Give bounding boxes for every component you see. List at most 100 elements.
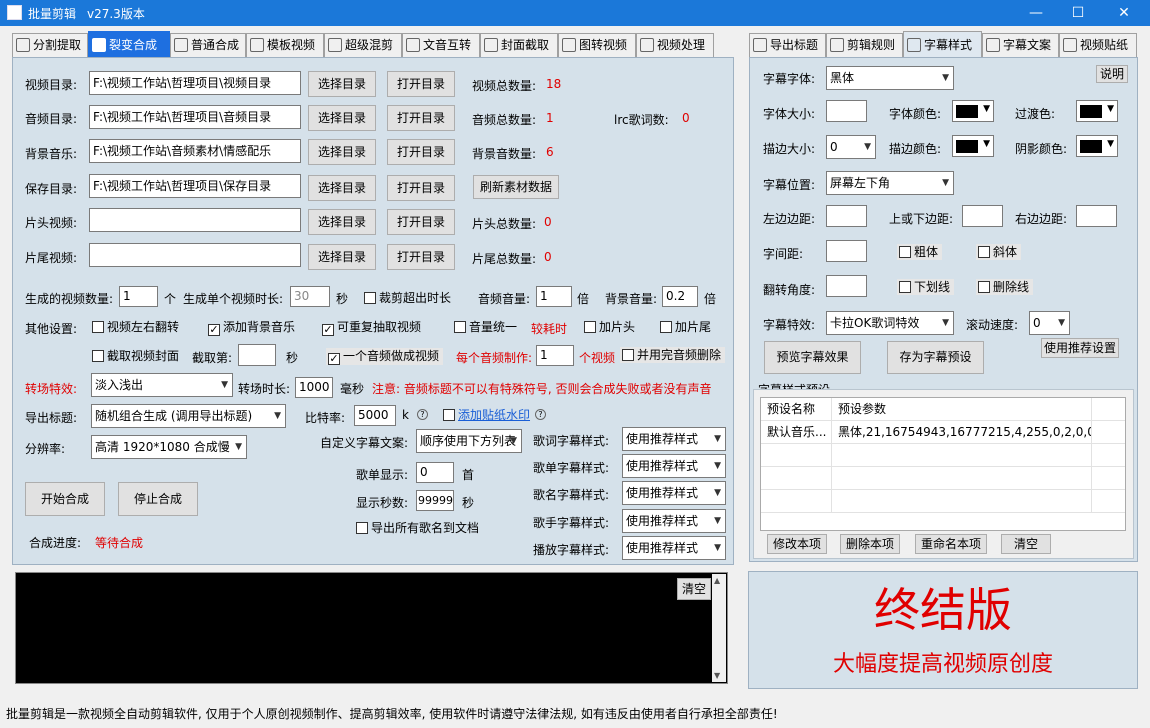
scroll-down-icon[interactable]: ▼ <box>714 671 720 680</box>
right-margin-input[interactable] <box>1076 205 1117 227</box>
video-dir-select-button[interactable]: 选择目录 <box>308 71 376 97</box>
delete-used-audio-checkbox[interactable]: 并用完音频删除 <box>620 347 726 363</box>
audio-dir-input[interactable]: F:\视频工作站\哲理项目\音频目录 <box>89 105 301 129</box>
strikethrough-checkbox[interactable]: 删除线 <box>976 279 1034 295</box>
tab-edit-rules[interactable]: 剪辑规则 <box>826 33 903 57</box>
save-dir-select-button[interactable]: 选择目录 <box>308 175 376 201</box>
playlist-style-select[interactable]: 使用推荐样式 ▼ <box>622 454 726 478</box>
scroll-up-icon[interactable]: ▲ <box>714 576 720 585</box>
use-recommended-button[interactable]: 使用推荐设置 <box>1041 338 1119 358</box>
capture-cover-checkbox[interactable]: 截取视频封面 <box>92 348 179 364</box>
tab-template-video[interactable]: 模板视频 <box>246 33 324 57</box>
single-duration-input[interactable]: 30 <box>290 286 330 307</box>
trim-overflow-checkbox[interactable]: 裁剪超出时长 <box>364 290 451 306</box>
edit-preset-button[interactable]: 修改本项 <box>767 534 827 554</box>
bitrate-input[interactable]: 5000 <box>354 405 396 426</box>
export-title-select[interactable]: 随机组合生成 (调用导出标题) ▼ <box>91 404 286 428</box>
audio-dir-select-button[interactable]: 选择目录 <box>308 105 376 131</box>
add-intro-checkbox[interactable]: 加片头 <box>584 319 635 335</box>
letter-spacing-input[interactable] <box>826 240 867 262</box>
capture-at-input[interactable] <box>238 344 276 366</box>
tab-split-extract[interactable]: 分割提取 <box>12 33 88 57</box>
transition-color-picker[interactable]: ▼ <box>1076 100 1118 122</box>
preset-table[interactable]: 预设名称 预设参数 默认音乐... 黑体,21,16754943,1677721… <box>760 397 1126 531</box>
add-outro-checkbox[interactable]: 加片尾 <box>660 319 711 335</box>
subtitle-effect-select[interactable]: 卡拉OK歌词特效 ▼ <box>826 311 954 335</box>
video-count-input[interactable]: 1 <box>119 286 158 307</box>
intro-dir-open-button[interactable]: 打开目录 <box>387 209 455 235</box>
subtitle-position-select[interactable]: 屏幕左下角 ▼ <box>826 171 954 195</box>
tab-super-mix[interactable]: 超级混剪 <box>324 33 402 57</box>
stop-compose-button[interactable]: 停止合成 <box>118 482 198 516</box>
tab-video-process[interactable]: 视频处理 <box>636 33 714 57</box>
bgm-dir-select-button[interactable]: 选择目录 <box>308 139 376 165</box>
bg-volume-input[interactable]: 0.2 <box>662 286 698 307</box>
help-icon[interactable]: ? <box>417 409 428 420</box>
audio-dir-open-button[interactable]: 打开目录 <box>387 105 455 131</box>
add-watermark-checkbox[interactable]: 添加贴纸水印 <box>443 407 530 423</box>
outro-dir-input[interactable] <box>89 243 301 267</box>
tab-text-audio[interactable]: 文音互转 <box>402 33 480 57</box>
add-bg-music-checkbox[interactable]: ✓ 添加背景音乐 <box>208 319 295 336</box>
preset-col-name[interactable]: 预设名称 <box>761 398 832 421</box>
console-scrollbar[interactable]: ▲ ▼ <box>712 574 726 682</box>
export-song-names-checkbox[interactable]: 导出所有歌名到文档 <box>356 520 479 536</box>
font-size-input[interactable] <box>826 100 867 122</box>
clear-presets-button[interactable]: 清空 <box>1001 534 1051 554</box>
close-button[interactable]: ✕ <box>1101 0 1147 26</box>
outro-dir-select-button[interactable]: 选择目录 <box>308 244 376 270</box>
outro-dir-open-button[interactable]: 打开目录 <box>387 244 455 270</box>
console-clear-button[interactable]: 清空 <box>677 578 711 600</box>
tab-export-title[interactable]: 导出标题 <box>749 33 826 57</box>
resolution-select[interactable]: 高清 1920*1080 合成慢 ▼ <box>91 435 247 459</box>
table-row[interactable]: 默认音乐... 黑体,21,16754943,16777215,4,255,0,… <box>761 421 1125 444</box>
per-audio-input[interactable]: 1 <box>536 345 574 366</box>
playlist-show-input[interactable]: 0 <box>416 462 454 483</box>
intro-dir-select-button[interactable]: 选择目录 <box>308 209 376 235</box>
shadow-color-picker[interactable]: ▼ <box>1076 135 1118 157</box>
tab-video-sticker[interactable]: 视频贴纸 <box>1059 33 1137 57</box>
bold-checkbox[interactable]: 粗体 <box>897 244 943 260</box>
save-preset-button[interactable]: 存为字幕预设 <box>887 341 984 374</box>
start-compose-button[interactable]: 开始合成 <box>25 482 105 516</box>
save-dir-input[interactable]: F:\视频工作站\哲理项目\保存目录 <box>89 174 301 198</box>
preview-subtitle-button[interactable]: 预览字幕效果 <box>764 341 861 374</box>
play-style-select[interactable]: 使用推荐样式 ▼ <box>622 536 726 560</box>
lyric-style-select[interactable]: 使用推荐样式 ▼ <box>622 427 726 451</box>
help-button[interactable]: 说明 <box>1096 65 1128 83</box>
video-dir-input[interactable]: F:\视频工作站\哲理项目\视频目录 <box>89 71 301 95</box>
tab-normal-compose[interactable]: 普通合成 <box>170 33 246 57</box>
transition-duration-input[interactable]: 1000 <box>295 377 333 398</box>
tab-subtitle-style[interactable]: 字幕样式 <box>903 31 982 57</box>
video-dir-open-button[interactable]: 打开目录 <box>387 71 455 97</box>
singer-style-select[interactable]: 使用推荐样式 ▼ <box>622 509 726 533</box>
song-name-style-select[interactable]: 使用推荐样式 ▼ <box>622 481 726 505</box>
stroke-color-picker[interactable]: ▼ <box>952 135 994 157</box>
custom-subtitle-select[interactable]: 顺序使用下方列表 ▼ <box>416 429 522 453</box>
bgm-dir-open-button[interactable]: 打开目录 <box>387 139 455 165</box>
font-select[interactable]: 黑体 ▼ <box>826 66 954 90</box>
show-seconds-input[interactable]: 99999 <box>416 490 454 511</box>
help-icon[interactable]: ? <box>535 409 546 420</box>
preset-col-params[interactable]: 预设参数 <box>832 398 1092 421</box>
bgm-dir-input[interactable]: F:\视频工作站\音频素材\情感配乐 <box>89 139 301 163</box>
font-color-picker[interactable]: ▼ <box>952 100 994 122</box>
tab-cover-capture[interactable]: 封面截取 <box>480 33 558 57</box>
save-dir-open-button[interactable]: 打开目录 <box>387 175 455 201</box>
rename-preset-button[interactable]: 重命名本项 <box>915 534 987 554</box>
stroke-size-select[interactable]: 0 ▼ <box>826 135 876 159</box>
tab-subtitle-copy[interactable]: 字幕文案 <box>982 33 1059 57</box>
volume-unify-checkbox[interactable]: 音量统一 <box>454 319 517 335</box>
rotate-angle-input[interactable] <box>826 275 867 297</box>
transition-select[interactable]: 淡入浅出 ▼ <box>91 373 233 397</box>
left-margin-input[interactable] <box>826 205 867 227</box>
vertical-margin-input[interactable] <box>962 205 1003 227</box>
scroll-speed-select[interactable]: 0 ▼ <box>1029 311 1070 335</box>
italic-checkbox[interactable]: 斜体 <box>976 244 1022 260</box>
tab-image-to-video[interactable]: 图转视频 <box>558 33 636 57</box>
one-audio-video-checkbox[interactable]: ✓ 一个音频做成视频 <box>326 348 444 365</box>
flip-checkbox[interactable]: 视频左右翻转 <box>92 319 179 335</box>
log-console[interactable]: 清空 ▲ ▼ <box>15 572 728 684</box>
refresh-material-button[interactable]: 刷新素材数据 <box>473 175 559 199</box>
maximize-button[interactable]: ☐ <box>1055 0 1101 26</box>
